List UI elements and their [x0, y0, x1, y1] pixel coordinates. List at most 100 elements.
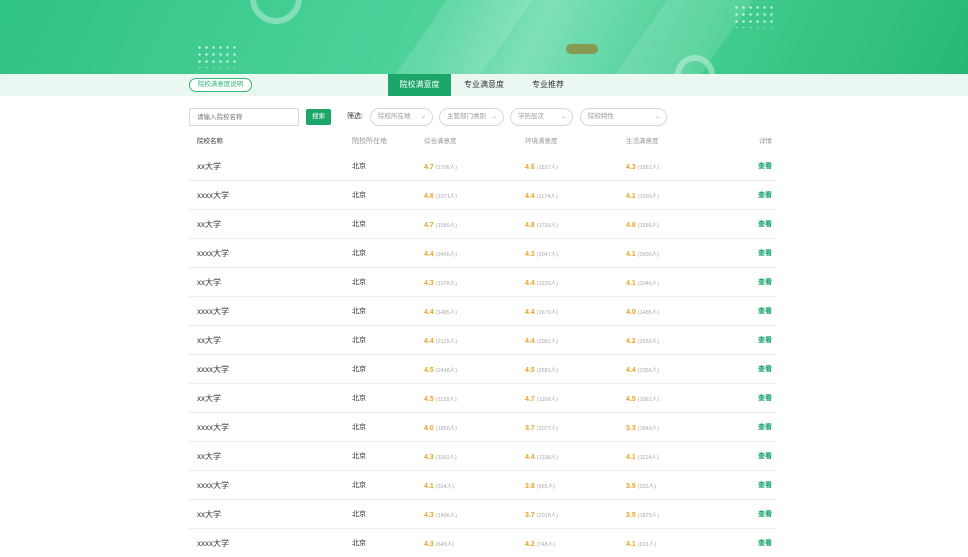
environment-score-value: 4.7 — [525, 396, 535, 403]
life-score-count: (3990人) — [637, 252, 660, 258]
view-detail-link[interactable]: 查看 — [758, 181, 772, 210]
environment-score-count: (1174人) — [536, 194, 558, 200]
environment-score: 3.8 (565人) — [525, 471, 555, 502]
chevron-down-icon: ⌄ — [654, 114, 660, 120]
overall-score: 4.3 (1160人) — [424, 442, 457, 473]
environment-score: 4.4 (1174人) — [525, 181, 558, 212]
environment-score-count: (565人) — [536, 484, 556, 490]
environment-score: 4.7 (1266人) — [525, 384, 558, 415]
table-row: xx大学 北京 4.7 (1589人) 4.8 (1768人) 4.8 (1656人) 查看 — [189, 210, 776, 239]
overall-score-value: 4.6 — [424, 193, 434, 200]
environment-score-count: (748人) — [536, 542, 556, 548]
overall-score: 4.0 (1850人) — [424, 413, 457, 444]
life-score: 4.4 (2356人) — [626, 355, 659, 386]
overall-score-count: (3456人) — [435, 252, 458, 258]
education-level-select[interactable]: 学历层次 ⌄ — [510, 108, 573, 126]
life-score-count: (1849人) — [637, 426, 660, 432]
life-score: 4.1 (1124人) — [626, 442, 659, 473]
environment-score: 3.7 (2018人) — [525, 500, 558, 531]
satisfaction-table: 院校名称 院校所在地 综合满意度 环境满意度 生活满意度 详情 xx大学 北京 4.… — [189, 132, 776, 557]
table-row: xxxx大学 北京 4.6 (1071人) 4.4 (1174人) 4.1 (1003人) 查看 — [189, 181, 776, 210]
life-score-count: (2659人) — [637, 339, 660, 345]
life-score-value: 4.1 — [626, 280, 636, 287]
table-header: 院校名称 院校所在地 综合满意度 环境满意度 生活满意度 详情 — [189, 132, 776, 152]
life-score-count: (1485人) — [637, 310, 660, 316]
overall-score-value: 4.7 — [424, 164, 434, 171]
overall-score-count: (649人) — [435, 542, 455, 548]
life-score: 4.2 (2659人) — [626, 326, 659, 357]
life-score-count: (1061人) — [637, 397, 660, 403]
environment-score: 4.4 (1338人) — [525, 442, 558, 473]
tab-school-satisfaction[interactable]: 院校满意度 — [388, 74, 451, 96]
view-detail-link[interactable]: 查看 — [758, 152, 772, 181]
view-detail-link[interactable]: 查看 — [758, 297, 772, 326]
department-select[interactable]: 主管部门类别 ⌄ — [439, 108, 504, 126]
life-score-value: 4.1 — [626, 541, 636, 548]
school-name: xxxx大学 — [197, 249, 229, 258]
environment-score-value: 3.7 — [525, 512, 535, 519]
life-score: 4.5 (1061人) — [626, 384, 659, 415]
environment-score-count: (2077人) — [536, 426, 559, 432]
environment-score: 4.6 (1527人) — [525, 152, 558, 183]
view-detail-link[interactable]: 查看 — [758, 326, 772, 355]
view-detail-link[interactable]: 查看 — [758, 239, 772, 268]
overall-score: 4.1 (334人) — [424, 471, 454, 502]
satisfaction-description-button[interactable]: 院校满意度说明 — [189, 78, 252, 92]
life-score: 4.8 (1656人) — [626, 210, 659, 241]
overall-score-count: (1071人) — [435, 194, 458, 200]
school-location: 北京 — [352, 221, 366, 228]
environment-score-value: 3.8 — [525, 483, 535, 490]
life-score-value: 4.0 — [626, 309, 636, 316]
school-feature-select[interactable]: 院校特性 ⌄ — [580, 108, 667, 126]
environment-score: 4.4 (2081人) — [525, 326, 558, 357]
environment-score-count: (2018人) — [536, 513, 559, 519]
view-detail-link[interactable]: 查看 — [758, 384, 772, 413]
school-search-input[interactable] — [189, 108, 299, 126]
view-detail-link[interactable]: 查看 — [758, 413, 772, 442]
overall-score: 4.4 (3456人) — [424, 239, 457, 270]
table-row: xxxx大学 北京 4.1 (334人) 3.8 (565人) 3.5 (323人) 查看 — [189, 471, 776, 500]
banner-blob — [566, 44, 598, 54]
school-name: xx大学 — [197, 394, 221, 403]
department-select-value: 主管部门类别 — [447, 113, 486, 120]
life-score: 4.1 (631人) — [626, 529, 656, 557]
table-row: xx大学 北京 4.5 (1129人) 4.7 (1266人) 4.5 (1061人) 查看 — [189, 384, 776, 413]
view-detail-link[interactable]: 查看 — [758, 210, 772, 239]
environment-score-count: (1768人) — [536, 223, 559, 229]
overall-score-value: 4.3 — [424, 541, 434, 548]
header-detail: 详情 — [759, 138, 772, 145]
tab-major-recommendation[interactable]: 专业推荐 — [522, 74, 574, 96]
school-name: xxxx大学 — [197, 423, 229, 432]
environment-score-value: 4.4 — [525, 280, 535, 287]
view-detail-link[interactable]: 查看 — [758, 529, 772, 557]
view-detail-link[interactable]: 查看 — [758, 268, 772, 297]
view-detail-link[interactable]: 查看 — [758, 500, 772, 529]
overall-score-count: (1078人) — [435, 281, 458, 287]
environment-score: 4.4 (1220人) — [525, 268, 558, 299]
table-row: xx大学 北京 4.4 (2125人) 4.4 (2081人) 4.2 (2659人) 查看 — [189, 326, 776, 355]
overall-score-count: (1485人) — [435, 310, 458, 316]
overall-score-count: (1129人) — [435, 397, 457, 403]
search-button[interactable]: 搜索 — [306, 109, 331, 125]
view-detail-link[interactable]: 查看 — [758, 471, 772, 500]
view-detail-link[interactable]: 查看 — [758, 355, 772, 384]
school-name: xxxx大学 — [197, 539, 229, 548]
tab-major-satisfaction[interactable]: 专业满意度 — [456, 74, 512, 96]
environment-score-value: 4.6 — [525, 164, 535, 171]
life-score-value: 4.1 — [626, 193, 636, 200]
life-score: 4.1 (3990人) — [626, 239, 659, 270]
filter-label: 筛选: — [347, 113, 363, 120]
view-detail-link[interactable]: 查看 — [758, 442, 772, 471]
environment-score: 4.2 (748人) — [525, 529, 555, 557]
environment-score-value: 4.4 — [525, 193, 535, 200]
school-location: 北京 — [352, 511, 366, 518]
overall-score: 4.4 (1485人) — [424, 297, 457, 328]
banner-dots — [733, 4, 773, 28]
header-school-name: 院校名称 — [197, 138, 223, 145]
life-score-value: 3.5 — [626, 512, 636, 519]
chevron-down-icon: ⌄ — [560, 114, 566, 120]
overall-score: 4.7 (1589人) — [424, 210, 457, 241]
environment-score-value: 4.4 — [525, 309, 535, 316]
location-select[interactable]: 院校所在地 ⌄ — [370, 108, 433, 126]
school-location: 北京 — [352, 308, 366, 315]
